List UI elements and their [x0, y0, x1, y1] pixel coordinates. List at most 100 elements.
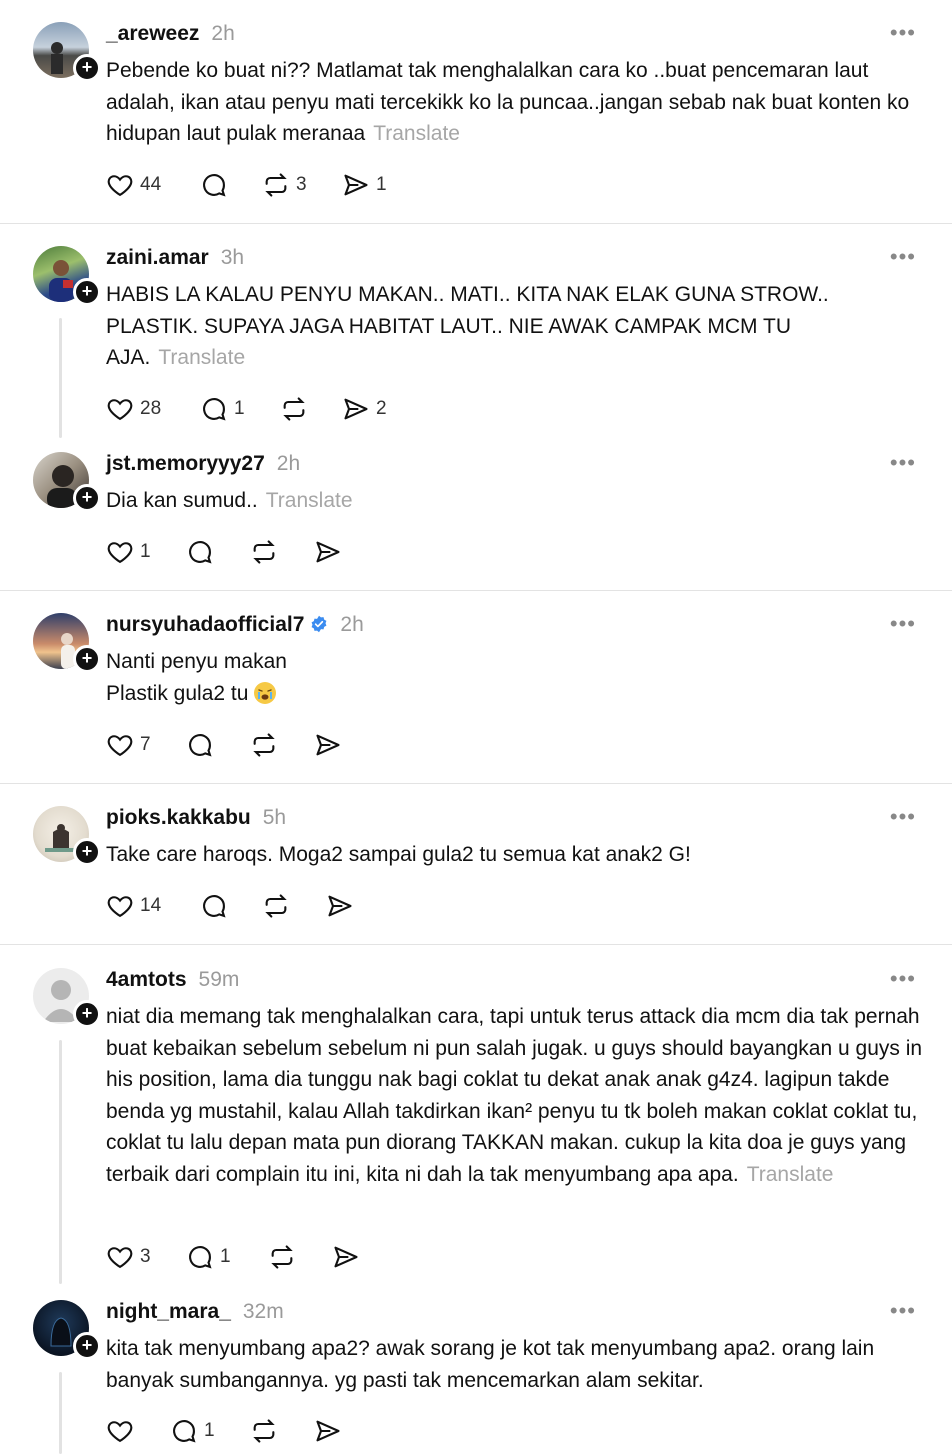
repost-button[interactable] [250, 1416, 278, 1446]
comment-bubble-icon [203, 174, 226, 197]
translate-link[interactable]: Translate [373, 122, 460, 145]
username[interactable]: night_mara_ 32m [106, 1300, 284, 1324]
like-count: 7 [140, 734, 151, 755]
repost-button[interactable] [250, 730, 278, 760]
timestamp: 3h [220, 246, 245, 269]
timestamp: 2h [276, 452, 301, 475]
timestamp: 2h [340, 613, 364, 636]
share-button[interactable] [314, 1416, 342, 1446]
comment-text: Nanti penyu makan Plastik gula2 tu [106, 646, 926, 709]
comment-text-line: Plastik gula2 tu [106, 678, 926, 710]
reply-count: 1 [204, 1420, 215, 1441]
comment-text: Pebende ko buat ni?? Matlamat tak mengha… [106, 59, 910, 145]
share-button[interactable] [314, 730, 342, 760]
username[interactable]: pioks.kakkabu 5h [106, 806, 286, 830]
reply-button[interactable] [186, 537, 214, 567]
comment-text: kita tak menyumbang apa2? awak sorang je… [106, 1337, 875, 1392]
reply-button[interactable] [200, 170, 228, 200]
repost-icon [283, 397, 305, 421]
reply-button[interactable]: 1 [200, 394, 245, 424]
avatar[interactable]: + [33, 613, 101, 673]
more-options-icon[interactable]: ••• [890, 611, 916, 637]
comment-text: HABIS LA KALAU PENYU MAKAN.. MATI.. KITA… [106, 283, 829, 369]
divider [0, 223, 952, 224]
like-button[interactable]: 44 [106, 170, 161, 200]
heart-icon [107, 399, 133, 421]
translate-link[interactable]: Translate [158, 346, 245, 369]
heart-icon [107, 896, 133, 918]
username[interactable]: 4amtots 59m [106, 968, 239, 992]
avatar[interactable]: + [33, 1300, 101, 1360]
thread-line [59, 1040, 62, 1284]
like-button[interactable]: 28 [106, 394, 161, 424]
username[interactable]: _areweez 2h [106, 22, 235, 46]
share-button[interactable] [332, 1242, 360, 1272]
like-button[interactable] [106, 1416, 134, 1446]
share-button[interactable] [314, 537, 342, 567]
avatar[interactable]: + [33, 246, 101, 306]
repost-icon [253, 540, 275, 564]
more-options-icon[interactable]: ••• [890, 20, 916, 46]
divider [0, 783, 952, 784]
comment-bubble-icon [203, 398, 226, 421]
repost-button[interactable] [268, 1242, 296, 1272]
comment-text: Take care haroqs. Moga2 sampai gula2 tu … [106, 843, 691, 866]
more-options-icon[interactable]: ••• [890, 450, 916, 476]
follow-plus-icon[interactable]: + [73, 838, 101, 866]
more-options-icon[interactable]: ••• [890, 1298, 916, 1324]
share-button[interactable] [326, 891, 354, 921]
repost-button[interactable] [280, 394, 308, 424]
comment-bubble-icon [189, 734, 212, 757]
share-button[interactable]: 1 [342, 170, 387, 200]
avatar[interactable]: + [33, 806, 101, 866]
send-icon [328, 895, 352, 917]
comment-bubble-icon [189, 1246, 212, 1269]
repost-button[interactable]: 3 [262, 170, 307, 200]
repost-button[interactable] [262, 891, 290, 921]
like-button[interactable]: 7 [106, 730, 151, 760]
follow-plus-icon[interactable]: + [73, 645, 101, 673]
more-options-icon[interactable]: ••• [890, 804, 916, 830]
send-icon [344, 174, 368, 196]
translate-link[interactable]: Translate [747, 1163, 834, 1186]
reply-button[interactable] [200, 891, 228, 921]
translate-link[interactable]: Translate [266, 489, 353, 512]
heart-icon [107, 542, 133, 564]
reply-button[interactable]: 1 [170, 1416, 215, 1446]
username[interactable]: zaini.amar 3h [106, 246, 244, 270]
username[interactable]: nursyuhadaofficial7 2h [106, 613, 364, 637]
timestamp: 59m [198, 968, 240, 991]
divider [0, 590, 952, 591]
reply-button[interactable]: 1 [186, 1242, 231, 1272]
reply-count: 1 [220, 1246, 231, 1267]
reply-button[interactable] [186, 730, 214, 760]
heart-icon [107, 175, 133, 197]
like-button[interactable]: 1 [106, 537, 151, 567]
share-count: 2 [376, 398, 387, 419]
follow-plus-icon[interactable]: + [73, 1332, 101, 1360]
heart-icon [107, 735, 133, 757]
like-button[interactable]: 3 [106, 1242, 151, 1272]
divider [0, 944, 952, 945]
follow-plus-icon[interactable]: + [73, 1000, 101, 1028]
comment-text: niat dia memang tak menghalalkan cara, t… [106, 1005, 923, 1186]
follow-plus-icon[interactable]: + [73, 278, 101, 306]
follow-plus-icon[interactable]: + [73, 484, 101, 512]
comment-bubble-icon [173, 1420, 196, 1443]
more-options-icon[interactable]: ••• [890, 244, 916, 270]
avatar[interactable]: + [33, 22, 101, 82]
share-button[interactable]: 2 [342, 394, 387, 424]
repost-count: 3 [296, 174, 307, 195]
send-icon [316, 541, 340, 563]
avatar[interactable]: + [33, 452, 101, 512]
thread-line [59, 1372, 62, 1454]
timestamp: 2h [211, 22, 235, 45]
follow-plus-icon[interactable]: + [73, 54, 101, 82]
like-count: 44 [140, 174, 162, 195]
username[interactable]: jst.memoryyy27 2h [106, 452, 300, 476]
more-options-icon[interactable]: ••• [890, 966, 916, 992]
like-button[interactable]: 14 [106, 891, 161, 921]
comment-bubble-icon [203, 895, 226, 918]
avatar[interactable]: + [33, 968, 101, 1028]
repost-button[interactable] [250, 537, 278, 567]
